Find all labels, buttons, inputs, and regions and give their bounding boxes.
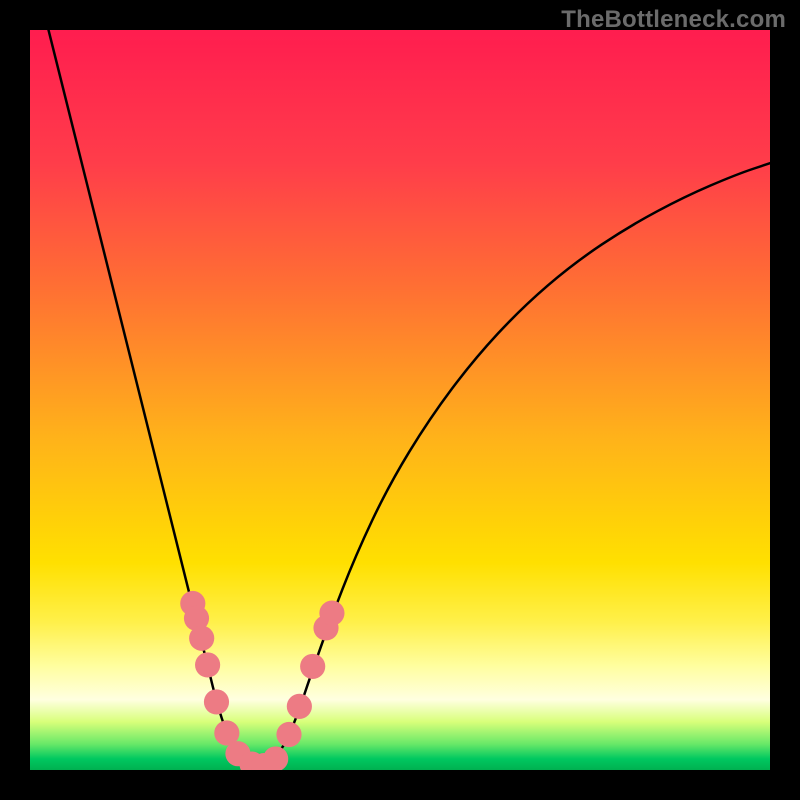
marker-point — [195, 652, 220, 677]
marker-point — [189, 626, 214, 651]
watermark-text: TheBottleneck.com — [561, 6, 786, 34]
marker-point — [319, 601, 344, 626]
marker-point — [204, 689, 229, 714]
chart-svg — [30, 30, 770, 770]
marker-point — [276, 722, 301, 747]
marker-point — [300, 654, 325, 679]
marker-point — [287, 694, 312, 719]
chart-frame — [30, 30, 770, 770]
